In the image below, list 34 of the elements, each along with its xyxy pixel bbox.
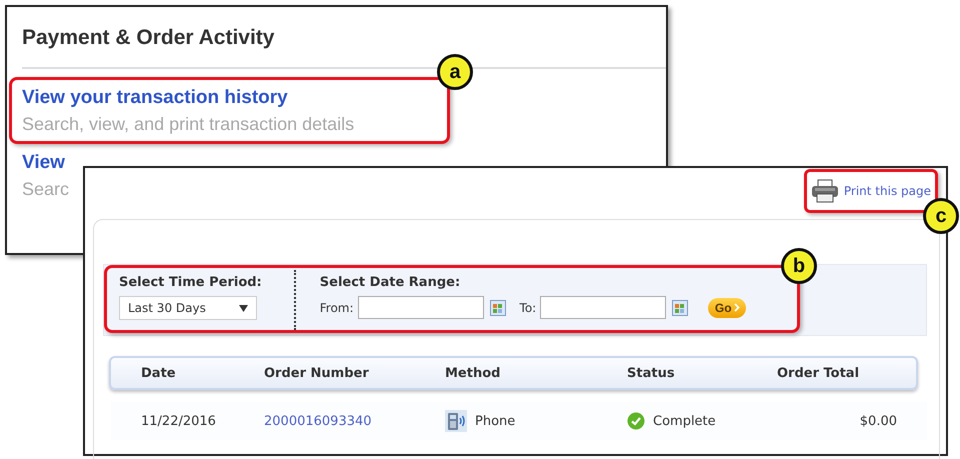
calendar-icon[interactable] — [672, 300, 688, 316]
order-number-link[interactable]: 2000016093340 — [264, 414, 372, 428]
callout-badge: c — [923, 198, 959, 234]
column-header: Date — [140, 366, 177, 380]
column-header: Order Number — [264, 366, 370, 380]
column-header: Status — [627, 366, 676, 380]
print-link[interactable]: Print this page — [844, 184, 931, 198]
from-label: From: — [320, 300, 354, 314]
phone-icon — [445, 410, 467, 432]
go-button[interactable]: Go — [708, 298, 746, 318]
order-history-link[interactable]: View — [22, 152, 65, 174]
filter-label: Select Date Range: — [320, 275, 462, 290]
printer-icon — [810, 179, 839, 203]
table-cell-text: 11/22/2016 — [140, 414, 217, 428]
to-date-field[interactable] — [540, 296, 666, 319]
from-date-field[interactable] — [358, 296, 484, 319]
table-cell: Phone — [475, 414, 516, 428]
column-header: Method — [445, 366, 502, 380]
to-label: To: — [520, 300, 536, 314]
time-period-dropdown[interactable]: Last 30 Days — [119, 296, 257, 320]
link-description: Search, view, and print transaction details — [22, 114, 356, 135]
filter-label: Select Time Period: — [119, 275, 262, 290]
callout-badge: b — [781, 248, 817, 284]
chevron-icon — [734, 303, 740, 312]
panel-title: Payment & Order Activity — [22, 26, 276, 50]
caret-icon — [239, 304, 248, 312]
transaction-history-link[interactable]: View your transaction history — [22, 87, 288, 109]
calendar-icon[interactable] — [490, 300, 506, 316]
column-header: Order Total — [777, 366, 860, 380]
table-cell-text: $0.00 — [858, 414, 897, 428]
check-icon — [627, 412, 645, 430]
link-description: Searc — [22, 179, 70, 200]
table-cell: Complete — [653, 414, 716, 428]
callout-badge: a — [437, 54, 473, 90]
